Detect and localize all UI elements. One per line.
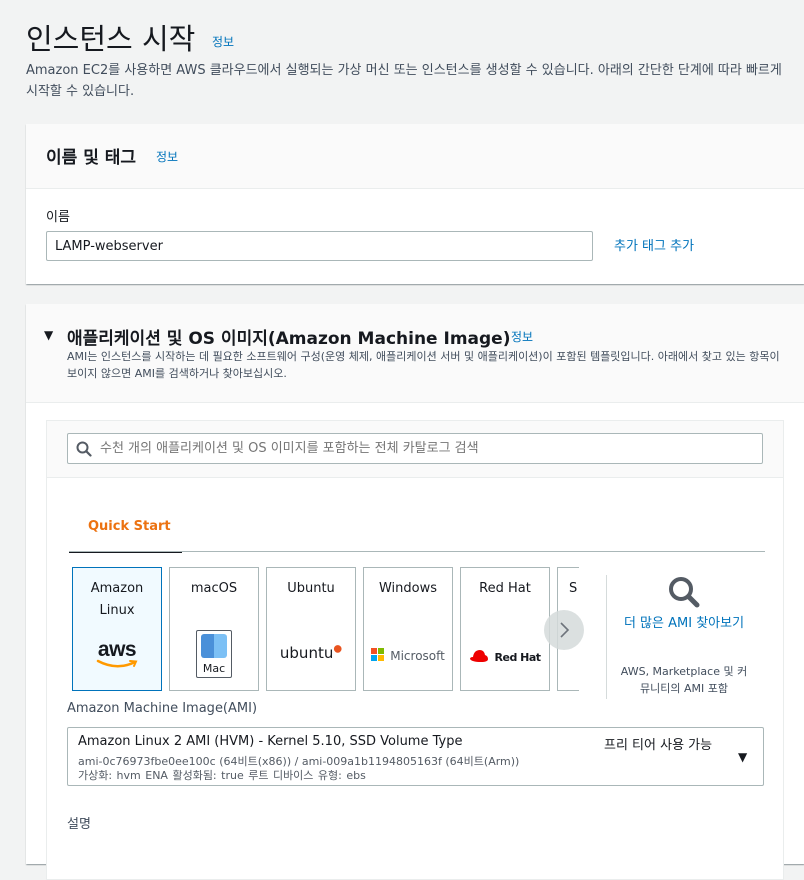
description-label: 설명 [67,817,91,832]
name-tags-header: 이름 및 태그 정보 [26,124,804,189]
microsoft-logo-icon: Microsoft [364,645,452,664]
name-input[interactable] [46,231,593,261]
name-label: 이름 [46,210,70,225]
more-ami-divider [606,575,607,699]
search-bar-area [47,421,783,478]
os-card-windows[interactable]: Windows Microsoft [363,567,453,691]
os-card-label: macOS [190,581,238,596]
aws-logo-icon: aws [73,638,161,669]
search-input[interactable] [100,434,750,463]
mac-finder-icon: Mac [170,630,258,678]
caret-down-icon: ▼ [738,750,748,764]
os-card-red-hat[interactable]: Red Hat Red Hat [460,567,550,691]
page-description: Amazon EC2를 사용하면 AWS 클라우드에서 실행되는 가상 머신 또… [26,63,782,99]
name-tags-panel: 이름 및 태그 정보 이름 추가 태그 추가 [26,124,804,284]
tab-quick-start-label: Quick Start [88,519,171,534]
ami-browser: Quick Start AmazonLinux aws macOS Mac [46,420,784,880]
search-magnifier-icon[interactable] [667,575,701,609]
ami-header: ▼ 애플리케이션 및 OS 이미지(Amazon Machine Image) … [26,304,804,403]
ami-attributes: 가상화: hvm ENA 활성화됨: true 루트 디바이스 유형: ebs [78,769,366,782]
free-tier-badge: 프리 티어 사용 가능 [604,738,713,753]
ami-name: Amazon Linux 2 AMI (HVM) - Kernel 5.10, … [78,734,463,749]
os-card-amazon-linux[interactable]: Amazon Linux aws [72,567,162,691]
os-card-label: Windows [378,581,438,596]
red-hat-logo-icon: Red Hat [461,646,549,665]
search-box[interactable] [67,433,763,464]
page-info-link[interactable]: 정보 [212,33,234,50]
tab-divider [69,551,765,552]
ami-section-description: AMI는 인스턴스를 시작하는 데 필요한 소프트웨어 구성(운영 체제, 애플… [67,350,780,380]
os-card-macos[interactable]: macOS Mac [169,567,259,691]
collapse-triangle-icon[interactable]: ▼ [44,328,53,342]
page-title: 인스턴스 시작 [26,22,196,56]
ubuntu-logo-icon: ubuntu● [279,643,343,662]
os-card-label: Red Hat [479,581,531,596]
chevron-right-icon [560,622,570,638]
ami-info-link[interactable]: 정보 [511,328,533,345]
os-card-label: S [569,581,578,596]
os-card-label: Ubuntu [287,581,335,596]
name-tags-info-link[interactable]: 정보 [156,148,178,165]
os-card-label: Amazon Linux [90,581,144,618]
browse-more-ami-link[interactable]: 더 많은 AMI 찾아보기 [619,613,749,635]
os-card-ubuntu[interactable]: Ubuntu ubuntu● [266,567,356,691]
ami-select[interactable]: Amazon Linux 2 AMI (HVM) - Kernel 5.10, … [67,727,764,786]
ami-section-title: 애플리케이션 및 OS 이미지(Amazon Machine Image) [67,329,511,349]
ami-panel: ▼ 애플리케이션 및 OS 이미지(Amazon Machine Image) … [26,304,804,880]
tab-quick-start[interactable]: Quick Start [69,515,182,553]
search-icon [76,441,92,457]
ami-select-label: Amazon Machine Image(AMI) [67,701,258,716]
name-tags-title: 이름 및 태그 [46,148,137,168]
browse-more-ami-subtext: AWS, Marketplace 및 커뮤니티의 AMI 포함 [620,665,748,695]
add-tag-link[interactable]: 추가 태그 추가 [614,235,694,254]
carousel-next-button[interactable] [544,610,584,650]
